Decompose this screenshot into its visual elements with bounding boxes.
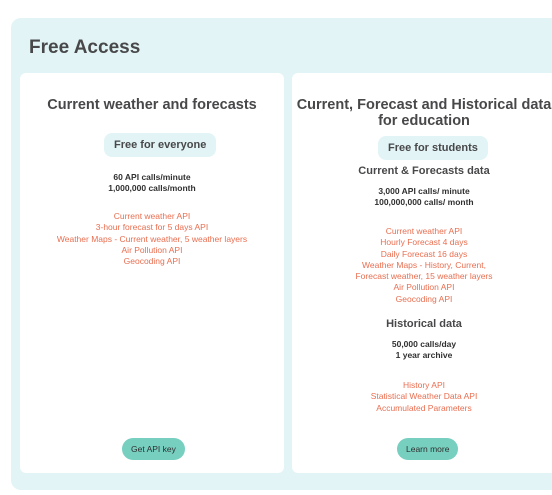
limit-per-month: 1,000,000 calls/month: [108, 183, 196, 193]
forecast-limits: 3,000 API calls/ minute 100,000,000 call…: [292, 186, 552, 208]
historical-limits: 50,000 calls/day 1 year archive: [292, 339, 552, 361]
limit-per-month: 100,000,000 calls/ month: [374, 197, 474, 207]
forecast-api-link-list: Current weather API Hourly Forecast 4 da…: [292, 226, 552, 305]
plan-badge: Free for everyone: [104, 133, 217, 157]
limit-per-minute: 60 API calls/minute: [113, 172, 191, 182]
get-api-key-button[interactable]: Get API key: [122, 438, 185, 460]
link-air-pollution-api[interactable]: Air Pollution API: [20, 245, 284, 256]
limit-per-minute: 3,000 API calls/ minute: [378, 186, 470, 196]
card-title-line: Current, Forecast and Historical data: [296, 97, 552, 113]
historical-heading: Historical data: [386, 318, 462, 330]
link-current-weather-api[interactable]: Current weather API: [20, 211, 284, 222]
link-weather-maps[interactable]: Weather Maps - Current weather, 5 weathe…: [20, 234, 284, 245]
forecasts-heading: Current & Forecasts data: [358, 165, 490, 177]
api-link-list: Current weather API 3-hour forecast for …: [20, 211, 284, 267]
archive-length: 1 year archive: [395, 350, 453, 360]
card-title-line: for education: [378, 113, 470, 129]
link-daily-forecast[interactable]: Daily Forecast 16 days: [292, 249, 552, 260]
link-weather-maps-cont[interactable]: Forecast weather, 15 weather layers: [292, 271, 552, 282]
card-title: Current weather and forecasts: [47, 97, 257, 113]
link-air-pollution-api[interactable]: Air Pollution API: [292, 282, 552, 293]
plan-badge: Free for students: [378, 136, 488, 160]
link-weather-maps[interactable]: Weather Maps - History, Current,: [292, 260, 552, 271]
link-3-hour-forecast-api[interactable]: 3-hour forecast for 5 days API: [20, 222, 284, 233]
link-current-weather-api[interactable]: Current weather API: [292, 226, 552, 237]
link-geocoding-api[interactable]: Geocoding API: [20, 256, 284, 267]
link-hourly-forecast[interactable]: Hourly Forecast 4 days: [292, 237, 552, 248]
link-geocoding-api[interactable]: Geocoding API: [292, 294, 552, 305]
learn-more-button[interactable]: Learn more: [397, 438, 459, 460]
card-title: Current, Forecast and Historical data fo…: [292, 97, 552, 129]
card-current-weather: Current weather and forecasts Free for e…: [20, 73, 284, 473]
limit-per-day: 50,000 calls/day: [391, 339, 457, 349]
link-accumulated-parameters[interactable]: Accumulated Parameters: [292, 403, 552, 414]
section-title: Free Access: [29, 37, 141, 58]
link-statistical-weather-api[interactable]: Statistical Weather Data API: [292, 391, 552, 402]
card-education: Current, Forecast and Historical data fo…: [292, 73, 552, 473]
historical-api-link-list: History API Statistical Weather Data API…: [292, 380, 552, 414]
limits: 60 API calls/minute 1,000,000 calls/mont…: [20, 172, 284, 194]
link-history-api[interactable]: History API: [292, 380, 552, 391]
